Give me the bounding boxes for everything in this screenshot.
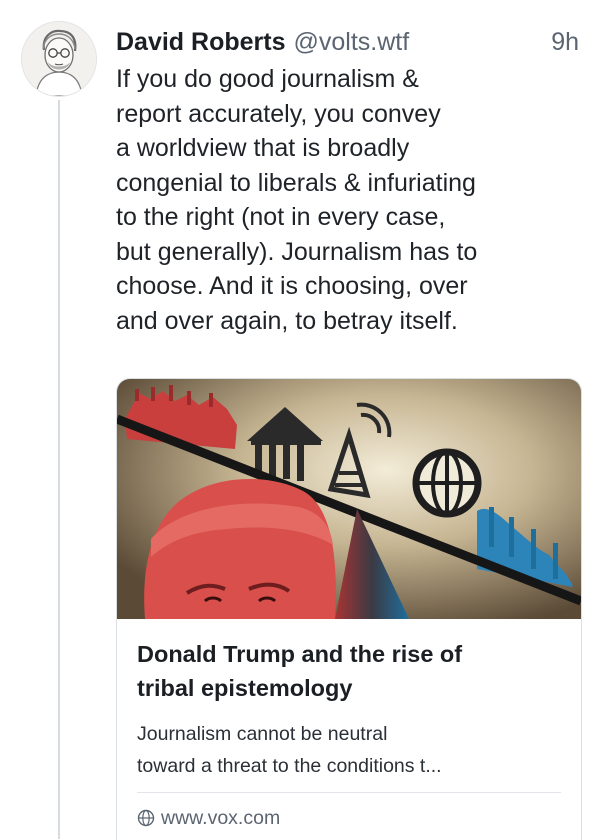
post-text-line: a worldview that is broadly	[116, 134, 410, 162]
link-card-domain-text: www.vox.com	[161, 806, 281, 829]
link-card-description: Journalism cannot be neutral toward a th…	[137, 718, 567, 782]
post-text-line: to the right (not in every case,	[116, 203, 446, 231]
post-text-line: and over again, to betray itself.	[116, 306, 458, 335]
link-preview-card[interactable]: Donald Trump and the rise of tribal epis…	[116, 378, 582, 840]
post-text-line: report accurately, you convey	[116, 99, 441, 128]
post-timestamp[interactable]: 9h	[551, 28, 579, 57]
link-card-title[interactable]: Donald Trump and the rise of tribal epis…	[137, 637, 567, 705]
link-card-description-line: Journalism cannot be neutral	[137, 723, 388, 745]
thread-line	[58, 100, 60, 839]
post-text-line: choose. And it is choosing, over	[116, 272, 468, 300]
avatar-portrait-icon	[22, 22, 96, 96]
link-card-title-line: tribal epistemology	[137, 675, 353, 701]
globe-icon	[137, 809, 155, 827]
author-name[interactable]: David Roberts	[116, 28, 285, 57]
link-card-title-line: Donald Trump and the rise of	[137, 641, 463, 667]
author-avatar[interactable]	[22, 22, 96, 96]
link-card-description-line: toward a threat to the conditions t...	[137, 755, 442, 777]
author-handle[interactable]: @volts.wtf	[293, 28, 409, 57]
link-card-divider	[137, 792, 561, 793]
post-text-line: but generally). Journalism has to	[116, 237, 478, 266]
link-card-domain[interactable]: www.vox.com	[137, 804, 280, 832]
post-text-line: If you do good journalism &	[116, 65, 419, 93]
post-header: David Roberts @volts.wtf 9h	[116, 26, 579, 58]
post-text-line: congenial to liberals & infuriating	[116, 168, 476, 197]
post-text: If you do good journalism & report accur…	[116, 62, 586, 338]
link-preview-image	[117, 379, 581, 619]
